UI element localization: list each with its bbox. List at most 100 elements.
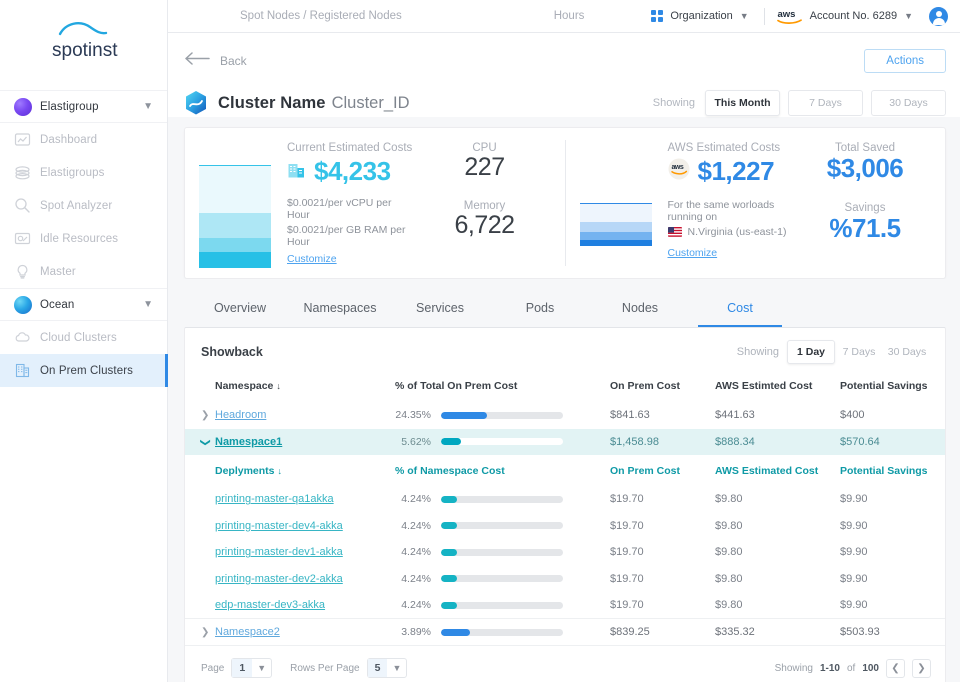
- sidebar-item-idle-resources[interactable]: Idle Resources: [0, 222, 167, 255]
- pct-cell: 4.24%: [395, 493, 610, 505]
- sidebar-item-label: Cloud Clusters: [40, 332, 117, 344]
- idle-resources-icon: [14, 230, 40, 247]
- back-label: Back: [220, 54, 247, 68]
- showback-range-selector: Showing 1 Day 7 Days 30 Days: [737, 340, 931, 364]
- logo[interactable]: spotinst: [0, 0, 167, 78]
- back-button[interactable]: Back: [184, 52, 247, 70]
- pct-cell: 4.24%: [395, 546, 610, 558]
- showback-panel: Showback Showing 1 Day 7 Days 30 Days: [184, 327, 946, 682]
- subheader-aws[interactable]: AWS Estimated Cost: [715, 455, 840, 486]
- cloud-icon: [14, 329, 40, 346]
- aws-cost: $9.80: [715, 566, 840, 593]
- sub-row-spacer: [185, 513, 215, 540]
- row-name-link[interactable]: Namespace1: [215, 436, 282, 448]
- row-expand-toggle[interactable]: ❯: [185, 619, 215, 646]
- table-sub-row[interactable]: printing-master-dev4-akka 4.24% $19.70 $…: [185, 513, 945, 540]
- header-savings[interactable]: Potential Savings: [840, 374, 945, 402]
- pct-cell: 4.24%: [395, 573, 610, 585]
- page-header: Back Actions Cluster Name: [168, 33, 960, 117]
- sidebar-item-dashboard[interactable]: Dashboard: [0, 123, 167, 156]
- header-expand: [185, 374, 215, 402]
- subheader-onprem[interactable]: On Prem Cost: [610, 455, 715, 486]
- pct-bar: [441, 522, 563, 529]
- grid-icon: [651, 10, 663, 22]
- sidebar-nav: Elastigroup ▼ Dashboard Elastigroups S: [0, 90, 167, 387]
- table-sub-row[interactable]: printing-master-qa1akka 4.24% $19.70 $9.…: [185, 486, 945, 513]
- chevron-down-icon: ▼: [143, 102, 153, 112]
- tab-overview[interactable]: Overview: [190, 291, 290, 327]
- on-prem-customize-link[interactable]: Customize: [287, 253, 337, 265]
- aws-customize-link[interactable]: Customize: [668, 247, 718, 259]
- pct-value: 3.89%: [395, 626, 431, 638]
- aws-cost: $9.80: [715, 486, 840, 513]
- sidebar-item-cloud-clusters[interactable]: Cloud Clusters: [0, 321, 167, 354]
- sort-arrow-icon: ↓: [278, 466, 283, 476]
- pct-bar: [441, 629, 563, 636]
- tab-pods[interactable]: Pods: [490, 291, 590, 327]
- next-page-button[interactable]: ❯: [912, 659, 931, 678]
- sidebar-group-elastigroup[interactable]: Elastigroup ▼: [0, 90, 167, 123]
- actions-button[interactable]: Actions: [864, 49, 946, 73]
- chevron-down-icon: ▼: [387, 663, 406, 673]
- deployment-name-link[interactable]: edp-master-dev3-akka: [215, 599, 325, 611]
- account-selector[interactable]: aws Account No. 6289 ▼: [771, 8, 919, 25]
- sidebar-item-on-prem-clusters[interactable]: On Prem Clusters: [0, 354, 167, 387]
- sidebar-item-elastigroups[interactable]: Elastigroups: [0, 156, 167, 189]
- aws-cost: $9.80: [715, 513, 840, 540]
- sidebar-item-master[interactable]: Master: [0, 255, 167, 288]
- sidebar-item-spot-analyzer[interactable]: Spot Analyzer: [0, 189, 167, 222]
- aws-cost: $888.34: [715, 429, 840, 456]
- chevron-down-icon: ▼: [143, 300, 153, 310]
- range-7-days[interactable]: 7 Days: [788, 90, 863, 116]
- deployment-name-link[interactable]: printing-master-qa1akka: [215, 493, 334, 505]
- tab-services[interactable]: Services: [390, 291, 490, 327]
- chevron-down-icon: ▼: [904, 11, 913, 21]
- on-prem-sparkbar: [199, 142, 271, 268]
- sidebar-item-label: On Prem Clusters: [40, 365, 133, 377]
- tab-cost[interactable]: Cost: [690, 291, 790, 327]
- table-row[interactable]: ❯ Namespace2 3.89% $839.25 $335.32 $503.…: [185, 619, 945, 646]
- table-sub-row[interactable]: edp-master-dev3-akka 4.24% $19.70 $9.80 …: [185, 592, 945, 619]
- subheader-deployments[interactable]: Deplyments↓: [215, 455, 395, 486]
- table-row[interactable]: ❯ Namespace1 5.62% $1,458.98 $888.34 $57…: [185, 429, 945, 456]
- row-expand-toggle[interactable]: ❯: [185, 402, 215, 429]
- showback-range-30-days[interactable]: 30 Days: [883, 341, 931, 363]
- us-flag-icon: [668, 227, 682, 237]
- page-value: 1: [232, 659, 252, 677]
- deployment-name-link[interactable]: printing-master-dev2-akka: [215, 573, 343, 585]
- rows-per-page-select[interactable]: 5 ▼: [367, 658, 408, 678]
- sidebar-group-ocean[interactable]: Ocean ▼: [0, 288, 167, 321]
- range-this-month[interactable]: This Month: [705, 90, 780, 116]
- showback-range-1-day[interactable]: 1 Day: [787, 340, 835, 364]
- sidebar-group-label: Ocean: [40, 299, 74, 311]
- table-sub-row[interactable]: printing-master-dev2-akka 4.24% $19.70 $…: [185, 566, 945, 593]
- deployment-name-link[interactable]: printing-master-dev1-akka: [215, 546, 343, 558]
- row-name-link[interactable]: Headroom: [215, 409, 266, 421]
- tab-namespaces[interactable]: Namespaces: [290, 291, 390, 327]
- tab-bar: Overview Namespaces Services Pods Nodes …: [168, 279, 960, 327]
- table-header: Namespace↓ % of Total On Prem Cost On Pr…: [185, 374, 945, 402]
- savings: $9.90: [840, 486, 945, 513]
- page-select[interactable]: 1 ▼: [231, 658, 272, 678]
- showback-range-7-days[interactable]: 7 Days: [835, 341, 883, 363]
- header-aws[interactable]: AWS Estimted Cost: [715, 374, 840, 402]
- avatar[interactable]: [929, 7, 948, 26]
- subheader-savings[interactable]: Potential Savings: [840, 455, 945, 486]
- organization-selector[interactable]: Organization ▼: [642, 10, 757, 22]
- lightbulb-icon: [14, 263, 40, 280]
- subheader-pct[interactable]: % of Namespace Cost: [395, 455, 610, 486]
- deployment-name-link[interactable]: printing-master-dev4-akka: [215, 520, 343, 532]
- layers-icon: [14, 164, 40, 181]
- prev-page-button[interactable]: ❮: [886, 659, 905, 678]
- tab-nodes[interactable]: Nodes: [590, 291, 690, 327]
- total-count: 100: [862, 663, 879, 674]
- pct-cell: 4.24%: [395, 599, 610, 611]
- row-name-link[interactable]: Namespace2: [215, 626, 280, 638]
- table-sub-row[interactable]: printing-master-dev1-akka 4.24% $19.70 $…: [185, 539, 945, 566]
- header-onprem[interactable]: On Prem Cost: [610, 374, 715, 402]
- header-pct[interactable]: % of Total On Prem Cost: [395, 374, 610, 402]
- row-expand-toggle[interactable]: ❯: [185, 429, 215, 456]
- table-row[interactable]: ❯ Headroom 24.35% $841.63 $441.63 $400: [185, 402, 945, 429]
- header-namespace[interactable]: Namespace↓: [215, 374, 395, 402]
- range-30-days[interactable]: 30 Days: [871, 90, 946, 116]
